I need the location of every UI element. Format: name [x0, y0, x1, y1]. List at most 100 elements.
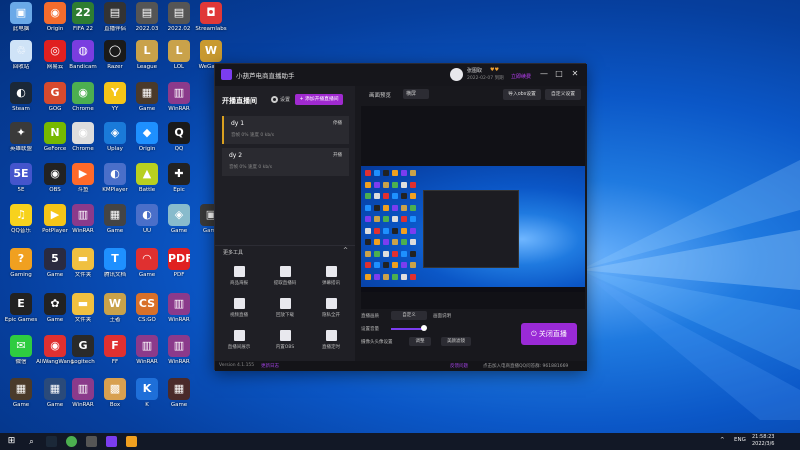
- stream-name: dy 2: [229, 152, 243, 159]
- app-icon: ◈: [104, 122, 126, 144]
- tool-replay-download[interactable]: 回放下载: [265, 298, 305, 326]
- chevron-up-icon[interactable]: ^: [343, 247, 348, 254]
- desktop-icon-label: 5E: [17, 187, 25, 193]
- folder-taskbar-icon[interactable]: [126, 436, 137, 447]
- desktop-icon[interactable]: ▣ 此电脑: [2, 2, 40, 44]
- preview-mini-icon: [374, 250, 380, 257]
- beauty-filter-button[interactable]: 美颜滤镜: [441, 337, 471, 346]
- tool-poster[interactable]: 商品海报: [219, 266, 259, 294]
- app-icon: ✿: [44, 293, 66, 315]
- app-icon: E: [10, 293, 32, 315]
- desktop-icon[interactable]: ▦ Game: [2, 378, 40, 420]
- app-taskbar-icon[interactable]: [86, 436, 97, 447]
- app-icon: G: [72, 335, 94, 357]
- feedback-link[interactable]: 反馈问题: [450, 363, 468, 369]
- desktop-icon[interactable]: ◐ Steam: [2, 82, 40, 124]
- desktop-icon[interactable]: E Epic Games: [2, 293, 40, 335]
- desktop-icon-label: Steam: [12, 106, 30, 112]
- tool-video-live[interactable]: 视频直播: [219, 298, 259, 326]
- app-icon: 5E: [10, 163, 32, 185]
- preview-mini-icon: [383, 227, 389, 234]
- desktop-icon[interactable]: ▦ Game: [160, 378, 198, 420]
- gear-icon[interactable]: [271, 96, 278, 103]
- tool-privacy[interactable]: 隐私全开: [311, 298, 351, 326]
- close-live-button[interactable]: ⏻ 关闭直播: [521, 323, 577, 345]
- chrome-taskbar-icon[interactable]: [66, 436, 77, 447]
- danmaku-icon: [325, 266, 337, 277]
- preview-mini-icon: [401, 227, 407, 234]
- desktop-icon-label: QQ音乐: [11, 228, 31, 234]
- stream-toggle-button[interactable]: 停播: [333, 120, 342, 126]
- app-icon: ▩: [104, 378, 126, 400]
- preview-mini-icon: [392, 170, 398, 176]
- resolution-help-link[interactable]: 画面说明: [433, 313, 451, 319]
- custom-settings-button[interactable]: 自定义设置: [545, 89, 581, 100]
- app-icon: ▦: [168, 378, 190, 400]
- add-room-button[interactable]: + 添加开播直播间: [295, 94, 343, 105]
- live-helper-taskbar-icon[interactable]: [106, 436, 117, 447]
- app-icon: ◉: [72, 82, 94, 104]
- preview-mini-icon: [383, 239, 389, 245]
- tool-room-display[interactable]: 直播间展示: [219, 330, 259, 358]
- preview-mini-icon: [410, 216, 416, 222]
- search-icon[interactable]: ⌕: [26, 436, 37, 447]
- preview-area: [361, 106, 585, 309]
- tool-builtin-obs[interactable]: 内置OBS: [265, 330, 305, 358]
- desktop-icon[interactable]: ? Gaming: [2, 248, 40, 290]
- language-indicator[interactable]: ENG: [734, 437, 746, 443]
- preview-mini-icon: [374, 216, 380, 222]
- stream-status: 音帧 0% 速度 0 kb/s: [231, 133, 275, 138]
- app-icon: ◐: [104, 163, 126, 185]
- desktop-icon[interactable]: 5E 5E: [2, 163, 40, 205]
- divider: [215, 245, 355, 246]
- desktop-icon[interactable]: ♫ QQ音乐: [2, 204, 40, 246]
- desktop-icon[interactable]: PDF PDF: [160, 248, 198, 290]
- settings-button[interactable]: 设置: [280, 96, 290, 103]
- clock[interactable]: 21:58:23 2022/3/6: [752, 434, 774, 448]
- desktop-icon[interactable]: ♲ 回收站: [2, 40, 40, 82]
- app-icon: ◉: [44, 2, 66, 24]
- preview-mini-icon: [401, 181, 407, 188]
- desktop-icon[interactable]: ◘ Streamlabs: [192, 2, 230, 44]
- qq-group-link[interactable]: 点击加入电商直播QQ问答群: 961881669: [483, 363, 568, 369]
- app-icon: ▦: [104, 204, 126, 226]
- resolution-select[interactable]: 自定义: [391, 311, 427, 320]
- desktop-icon[interactable]: ▥ WinRAR: [160, 335, 198, 377]
- stream-status: 音帧 0% 速度 0 kb/s: [229, 165, 273, 170]
- desktop-icon[interactable]: ✉ 微信: [2, 335, 40, 377]
- tool-stream-code[interactable]: 提取直播码: [265, 266, 305, 294]
- avatar[interactable]: [450, 68, 463, 81]
- tool-live-timer[interactable]: 直播定时: [311, 330, 351, 358]
- preview-mini-icon: [410, 181, 416, 188]
- tool-danmaku[interactable]: 弹幕搭讯: [311, 266, 351, 294]
- changelog-link[interactable]: 更新日志: [261, 363, 279, 369]
- stream-toggle-button[interactable]: 开播: [333, 152, 342, 158]
- desktop-icon[interactable]: Q QQ: [160, 122, 198, 164]
- preview-mini-icon: [383, 181, 389, 188]
- volume-slider-handle[interactable]: [421, 325, 427, 331]
- maximize-button[interactable]: □: [553, 68, 565, 80]
- adjust-button[interactable]: 调整: [409, 337, 431, 346]
- stream-item[interactable]: dy 1 音帧 0% 速度 0 kb/s 停播: [222, 116, 349, 144]
- tray-chevron-icon[interactable]: ^: [720, 437, 725, 443]
- steam-taskbar-icon[interactable]: [46, 436, 57, 447]
- minimize-button[interactable]: —: [538, 68, 550, 80]
- preview-mini-icon: [383, 273, 389, 280]
- windows-start-icon[interactable]: ⊞: [6, 436, 17, 447]
- desktop-icon[interactable]: ✦ 英雄联盟: [2, 122, 40, 164]
- desktop-icon[interactable]: ✚ Epic: [160, 163, 198, 205]
- preview-mini-icon: [392, 250, 398, 257]
- close-button[interactable]: ✕: [569, 68, 581, 80]
- desktop-icon[interactable]: ▥ WinRAR: [160, 293, 198, 335]
- stream-item[interactable]: dy 2 音帧 0% 速度 0 kb/s 开播: [222, 148, 349, 176]
- code-icon: [279, 266, 291, 277]
- preview-mini-icon: [392, 181, 398, 188]
- preview-mini-icon: [374, 181, 380, 188]
- preview-mini-icon: [365, 193, 371, 199]
- volume-label: 设置音量: [361, 327, 379, 332]
- desktop-icon[interactable]: ▥ WinRAR: [160, 82, 198, 124]
- volume-slider[interactable]: [391, 328, 423, 330]
- upgrade-link[interactable]: 立即续费: [511, 73, 531, 80]
- orientation-select[interactable]: 横屏: [403, 89, 429, 99]
- import-obs-button[interactable]: 导入obs设置: [503, 89, 541, 100]
